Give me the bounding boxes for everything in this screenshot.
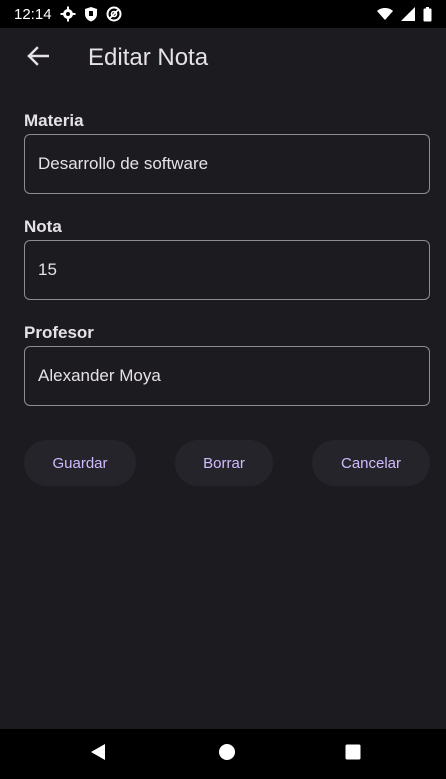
- nav-home-icon: [218, 743, 236, 766]
- app-screen: 12:14 Editar Nota Materia Desarrollo de …: [0, 0, 446, 779]
- nav-recents-icon: [345, 744, 361, 765]
- cancel-button[interactable]: Cancelar: [312, 440, 430, 486]
- system-nav-bar: [0, 729, 446, 779]
- wifi-icon: [377, 7, 393, 21]
- vpn-icon: [106, 6, 122, 22]
- nota-input[interactable]: 15: [24, 240, 430, 300]
- nav-back-button[interactable]: [78, 729, 118, 779]
- nav-back-icon: [90, 743, 106, 766]
- status-time: 12:14: [14, 5, 52, 23]
- delete-button[interactable]: Borrar: [175, 440, 273, 486]
- save-button[interactable]: Guardar: [24, 440, 136, 486]
- nav-recents-button[interactable]: [333, 729, 373, 779]
- nota-field-group: Nota 15: [24, 216, 430, 300]
- edit-grade-form: Materia Desarrollo de software Nota 15 P…: [24, 110, 430, 428]
- gear-icon: [60, 6, 76, 22]
- status-left: 12:14: [14, 6, 122, 23]
- signal-icon: [401, 7, 415, 21]
- materia-field-group: Materia Desarrollo de software: [24, 110, 430, 194]
- profesor-input[interactable]: Alexander Moya: [24, 346, 430, 406]
- profesor-label: Profesor: [24, 323, 94, 342]
- arrow-left-icon: [27, 45, 50, 71]
- nav-home-button[interactable]: [207, 729, 247, 779]
- nota-label: Nota: [24, 217, 62, 236]
- action-buttons: Guardar Borrar Cancelar: [24, 440, 430, 486]
- materia-input[interactable]: Desarrollo de software: [24, 134, 430, 194]
- status-bar: 12:14: [0, 0, 446, 28]
- battery-icon: [423, 6, 432, 22]
- status-right: [377, 6, 432, 22]
- materia-label: Materia: [24, 111, 84, 130]
- back-button[interactable]: [24, 44, 52, 72]
- app-bar: Editar Nota: [0, 28, 446, 88]
- page-title: Editar Nota: [88, 44, 209, 71]
- profesor-field-group: Profesor Alexander Moya: [24, 322, 430, 406]
- shield-icon: [84, 6, 98, 22]
